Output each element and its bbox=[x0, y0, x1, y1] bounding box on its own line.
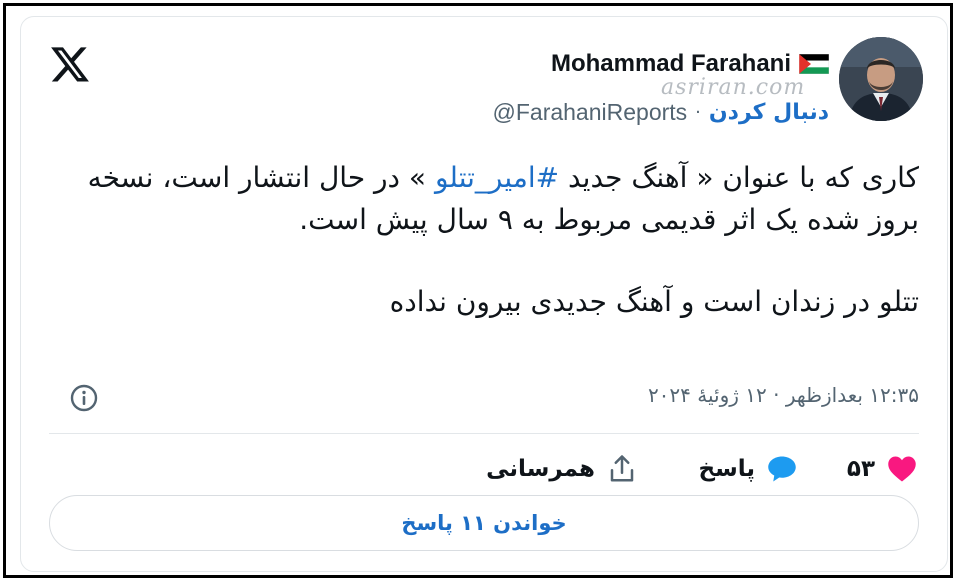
author-name-row[interactable]: Mohammad Farahani bbox=[551, 49, 829, 79]
share-button[interactable]: همرسانی bbox=[486, 447, 637, 491]
heart-icon bbox=[888, 456, 916, 482]
tweet-actions: ۵۳ پاسخ همرسانی bbox=[21, 447, 947, 491]
avatar-silhouette-icon bbox=[839, 37, 923, 121]
palestine-flag-icon bbox=[799, 54, 829, 74]
tweet-timestamp[interactable]: ۱۲:۳۵ بعدازظهر · ۱۲ ژوئیهٔ ۲۰۲۴ bbox=[648, 383, 919, 407]
reply-button[interactable]: پاسخ bbox=[699, 447, 797, 491]
read-replies-button[interactable]: خواندن ۱۱ پاسخ bbox=[49, 495, 919, 551]
like-count: ۵۳ bbox=[846, 456, 875, 482]
tweet-paragraph-1: کاری که با عنوان « آهنگ جدید #امیر_تتلو … bbox=[67, 157, 919, 241]
reply-bubble-icon bbox=[768, 456, 796, 482]
tweet-text-part: کاری که با عنوان « آهنگ جدید bbox=[559, 161, 919, 194]
author-display-name[interactable]: Mohammad Farahani bbox=[551, 50, 791, 78]
tweet-card: asriran.com Mohammad Farahani @FarahaniR… bbox=[20, 16, 948, 572]
info-icon[interactable] bbox=[69, 383, 99, 413]
tweet-text: کاری که با عنوان « آهنگ جدید #امیر_تتلو … bbox=[67, 157, 919, 323]
read-replies-label: خواندن ۱۱ پاسخ bbox=[401, 511, 567, 535]
tweet-paragraph-2: تتلو در زندان است و آهنگ جدیدی بیرون ندا… bbox=[389, 285, 919, 318]
screenshot-frame: asriran.com Mohammad Farahani @FarahaniR… bbox=[3, 3, 953, 578]
avatar[interactable] bbox=[839, 37, 923, 121]
reply-label: پاسخ bbox=[698, 456, 755, 482]
share-label: همرسانی bbox=[486, 456, 595, 482]
x-logo-icon[interactable] bbox=[49, 43, 91, 85]
separator-dot: · bbox=[695, 101, 701, 123]
like-button[interactable]: ۵۳ bbox=[847, 447, 917, 491]
hashtag-link[interactable]: #امیر_تتلو bbox=[435, 161, 559, 194]
divider bbox=[49, 433, 919, 434]
author-handle[interactable]: @FarahaniReports bbox=[493, 99, 688, 126]
follow-button[interactable]: دنبال کردن bbox=[709, 100, 829, 125]
author-handle-row: @FarahaniReports · دنبال کردن bbox=[493, 97, 830, 127]
share-icon bbox=[610, 455, 634, 482]
